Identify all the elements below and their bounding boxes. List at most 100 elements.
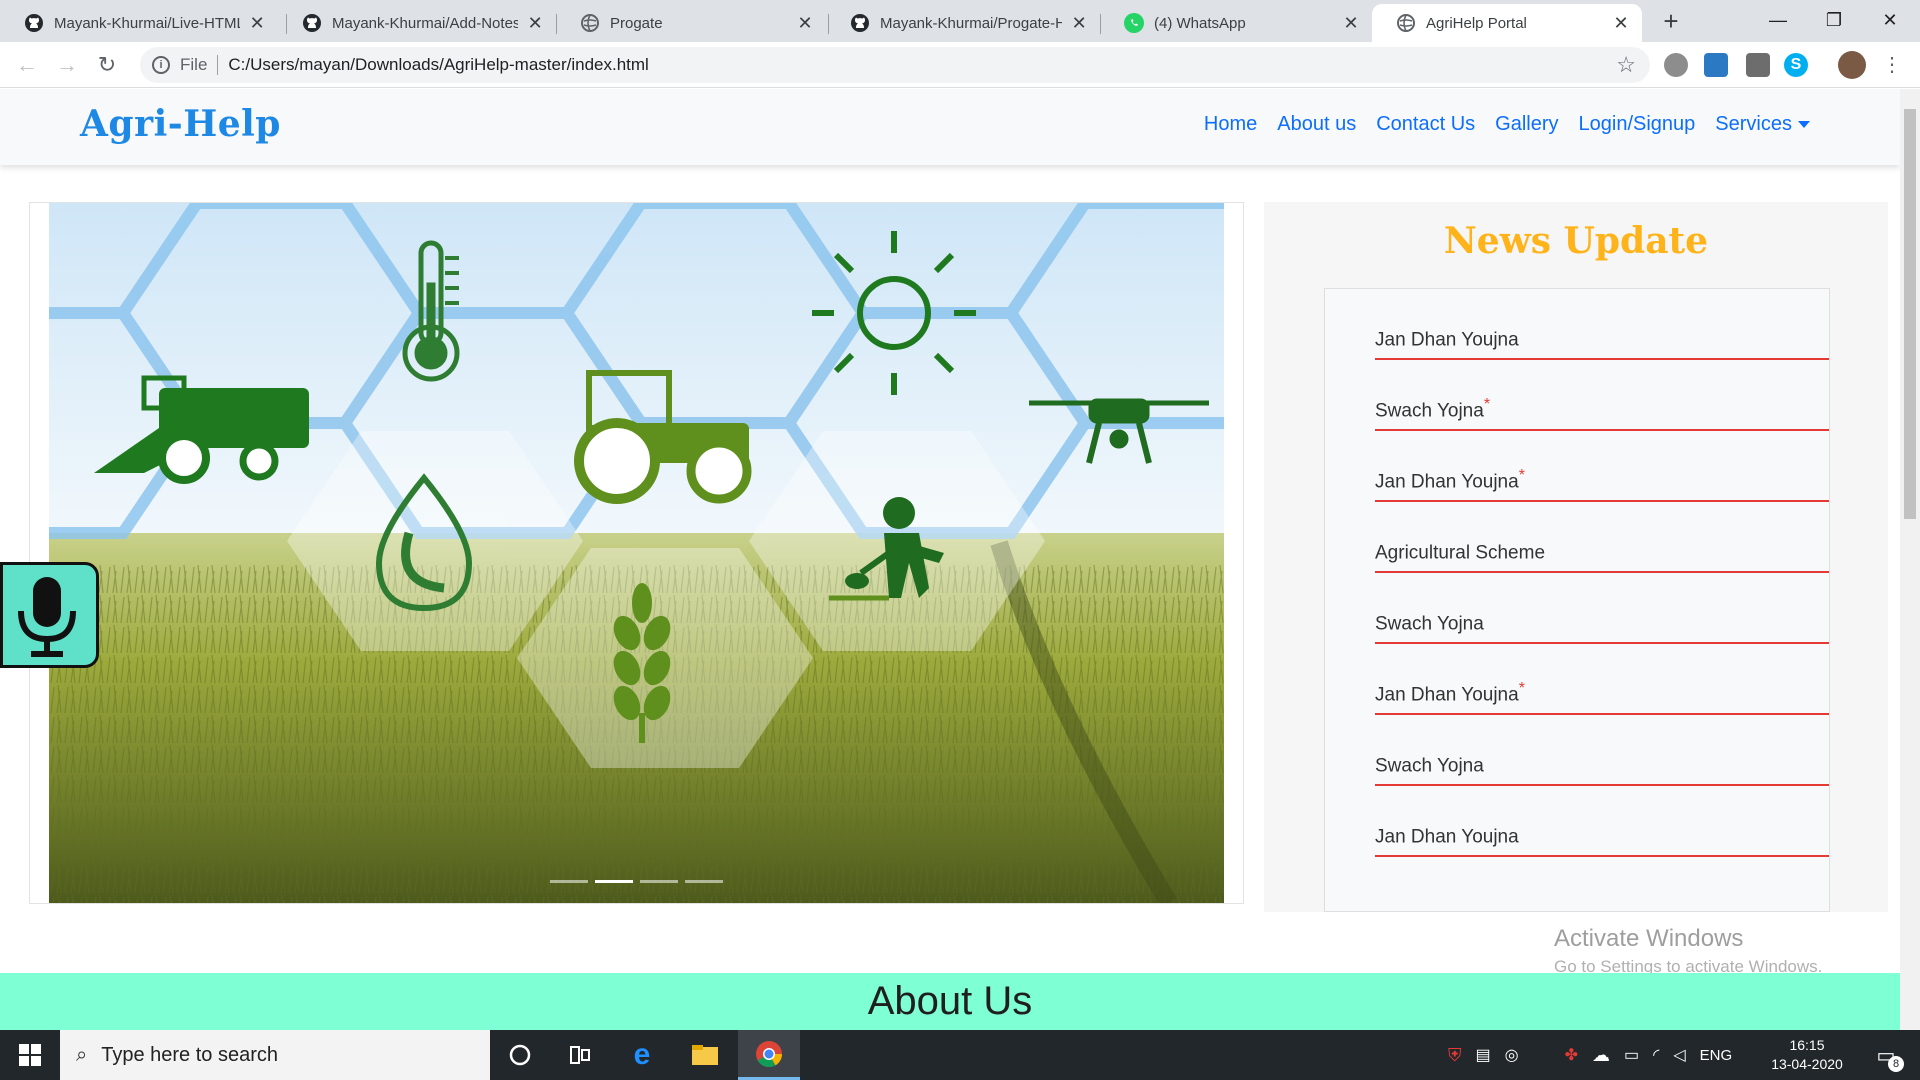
nav-login-signup[interactable]: Login/Signup (1579, 113, 1696, 136)
site-navbar: Agri-Help Home About us Contact Us Galle… (0, 89, 1900, 165)
chrome-taskbar-icon[interactable] (738, 1030, 800, 1080)
tab-progate[interactable]: Progate ✕ (556, 4, 826, 42)
page-scrollbar[interactable] (1900, 89, 1920, 1030)
github-icon (302, 13, 322, 33)
network-alert-icon[interactable]: ✤ (1565, 1045, 1578, 1065)
news-item-text: Jan Dhan Youjna (1375, 684, 1519, 706)
taskbar-search-placeholder: Type here to search (101, 1043, 278, 1066)
close-tab-icon[interactable]: ✕ (1342, 13, 1360, 34)
close-tab-icon[interactable]: ✕ (1070, 13, 1088, 34)
close-tab-icon[interactable]: ✕ (796, 13, 814, 34)
nav-services-dropdown[interactable]: Services (1715, 113, 1810, 136)
url-text[interactable]: C:/Users/mayan/Downloads/AgriHelp-master… (228, 55, 648, 75)
cloud-icon[interactable]: ☁ (1592, 1045, 1610, 1066)
new-badge-star: * (1483, 396, 1491, 413)
news-item[interactable]: Agricultural Scheme (1375, 502, 1829, 573)
news-item[interactable]: Swach Yojna (1375, 573, 1829, 644)
task-view-icon[interactable] (550, 1030, 610, 1080)
tab-agrihelp-portal[interactable]: AgriHelp Portal ✕ (1372, 4, 1642, 42)
reload-icon[interactable]: ↻ (91, 49, 123, 81)
news-item[interactable]: Swach Yojna (1375, 715, 1829, 786)
github-icon (24, 13, 44, 33)
windows-start-icon[interactable] (0, 1030, 60, 1080)
close-window-icon[interactable]: ✕ (1862, 4, 1918, 36)
microphone-icon (18, 577, 76, 657)
tab-add-notes[interactable]: Mayank-Khurmai/Add-Notes ✕ (278, 4, 556, 42)
search-icon: ⌕ (76, 1043, 88, 1066)
extension-printer-icon[interactable] (1704, 53, 1728, 77)
nav-gallery[interactable]: Gallery (1495, 113, 1558, 136)
nav-home[interactable]: Home (1204, 113, 1257, 136)
cortana-icon[interactable] (490, 1030, 550, 1080)
news-marquee-list: Jan Dhan Youjna Swach Yojna* Jan Dhan Yo… (1324, 288, 1830, 912)
news-item-text: Swach Yojna (1375, 755, 1484, 777)
clock[interactable]: 16:15 13-04-2020 (1762, 1030, 1852, 1080)
tab-progate-html[interactable]: Mayank-Khurmai/Progate-H ✕ (826, 4, 1100, 42)
forward-arrow-icon[interactable]: → (51, 49, 83, 81)
new-badge-star: * (1518, 680, 1525, 697)
news-item-text: Swach Yojna (1375, 613, 1484, 635)
wifi-icon[interactable]: ◜ (1653, 1045, 1659, 1065)
github-icon (850, 13, 870, 33)
carousel-indicator-3[interactable] (640, 880, 678, 883)
activate-windows-title: Activate Windows (1554, 925, 1744, 952)
news-item[interactable]: Jan Dhan Youjna* (1375, 431, 1829, 502)
tab-live-html[interactable]: Mayank-Khurmai/Live-HTML ✕ (0, 4, 278, 42)
about-us-heading: About Us (0, 973, 1900, 1030)
onedrive-sync-icon[interactable]: ◎ (1505, 1045, 1519, 1065)
carousel-indicator-1[interactable] (550, 880, 588, 883)
windows-taskbar: ⌕ Type here to search e ⛨ ▤ ◎ ✤ ☁ ▭ ◜ ◁ … (0, 1030, 1920, 1080)
extension-hexagon-icon[interactable] (1664, 53, 1688, 77)
minimize-icon[interactable]: — (1750, 4, 1806, 36)
action-center-icon[interactable]: ▭ 8 (1866, 1030, 1906, 1080)
globe-icon (580, 13, 600, 33)
profile-avatar[interactable] (1838, 51, 1866, 79)
voice-assistant-button[interactable] (0, 562, 99, 668)
close-tab-icon[interactable]: ✕ (1612, 13, 1630, 34)
skype-icon[interactable]: S (1784, 53, 1808, 77)
carousel-indicator-2[interactable] (595, 880, 633, 883)
language-indicator[interactable]: ENG (1700, 1047, 1733, 1064)
carousel-indicator-4[interactable] (685, 880, 723, 883)
news-item-text: Jan Dhan Youjna (1375, 329, 1519, 351)
carousel-slide[interactable] (49, 203, 1224, 903)
news-item-text: Jan Dhan Youjna (1375, 826, 1519, 848)
new-tab-button[interactable]: + (1657, 8, 1685, 36)
browser-toolbar: ← → ↻ i File C:/Users/mayan/Downloads/Ag… (0, 42, 1920, 88)
restore-icon[interactable]: ❐ (1806, 4, 1862, 36)
close-tab-icon[interactable]: ✕ (526, 13, 544, 34)
file-explorer-icon[interactable] (675, 1030, 735, 1080)
news-update-title: News Update (1443, 220, 1709, 262)
whatsapp-icon (1124, 13, 1144, 33)
nav-about-us[interactable]: About us (1277, 113, 1356, 136)
news-item-text: Agricultural Scheme (1375, 542, 1546, 564)
edge-browser-icon[interactable]: e (612, 1030, 672, 1080)
bookmark-star-icon[interactable]: ☆ (1616, 52, 1636, 78)
extension-eyedropper-icon[interactable] (1746, 53, 1770, 77)
url-scheme-label: File (180, 55, 208, 74)
battery-icon[interactable]: ▭ (1624, 1045, 1639, 1065)
address-bar[interactable]: i File C:/Users/mayan/Downloads/AgriHelp… (140, 47, 1650, 83)
caret-down-icon (1798, 121, 1810, 129)
site-info-icon[interactable]: i (152, 56, 170, 74)
system-tray: ⛨ ▤ ◎ ✤ ☁ ▭ ◜ ◁ ENG (1448, 1030, 1732, 1080)
taskbar-search-box[interactable]: ⌕ Type here to search (60, 1030, 490, 1080)
carousel-frame (29, 202, 1244, 904)
close-tab-icon[interactable]: ✕ (248, 13, 266, 34)
brand-logo[interactable]: Agri-Help (80, 103, 281, 145)
clock-time: 16:15 (1789, 1037, 1825, 1053)
news-item[interactable]: Jan Dhan Youjna (1375, 786, 1829, 857)
back-arrow-icon[interactable]: ← (11, 49, 43, 81)
menu-kebab-icon[interactable]: ⋮ (1882, 53, 1902, 77)
news-item[interactable]: Jan Dhan Youjna* (1375, 644, 1829, 715)
nav-services-label: Services (1715, 113, 1792, 135)
page-viewport: Agri-Help Home About us Contact Us Galle… (0, 89, 1900, 1030)
volume-icon[interactable]: ◁ (1673, 1045, 1685, 1065)
scrollbar-thumb[interactable] (1904, 109, 1916, 519)
news-item[interactable]: Swach Yojna* (1375, 360, 1829, 431)
news-item[interactable]: Jan Dhan Youjna (1375, 289, 1829, 360)
nav-contact-us[interactable]: Contact Us (1376, 113, 1475, 136)
keyboard-icon[interactable]: ▤ (1476, 1045, 1491, 1065)
defender-shield-icon[interactable]: ⛨ (1448, 1045, 1462, 1066)
tab-whatsapp[interactable]: (4) WhatsApp ✕ (1100, 4, 1372, 42)
